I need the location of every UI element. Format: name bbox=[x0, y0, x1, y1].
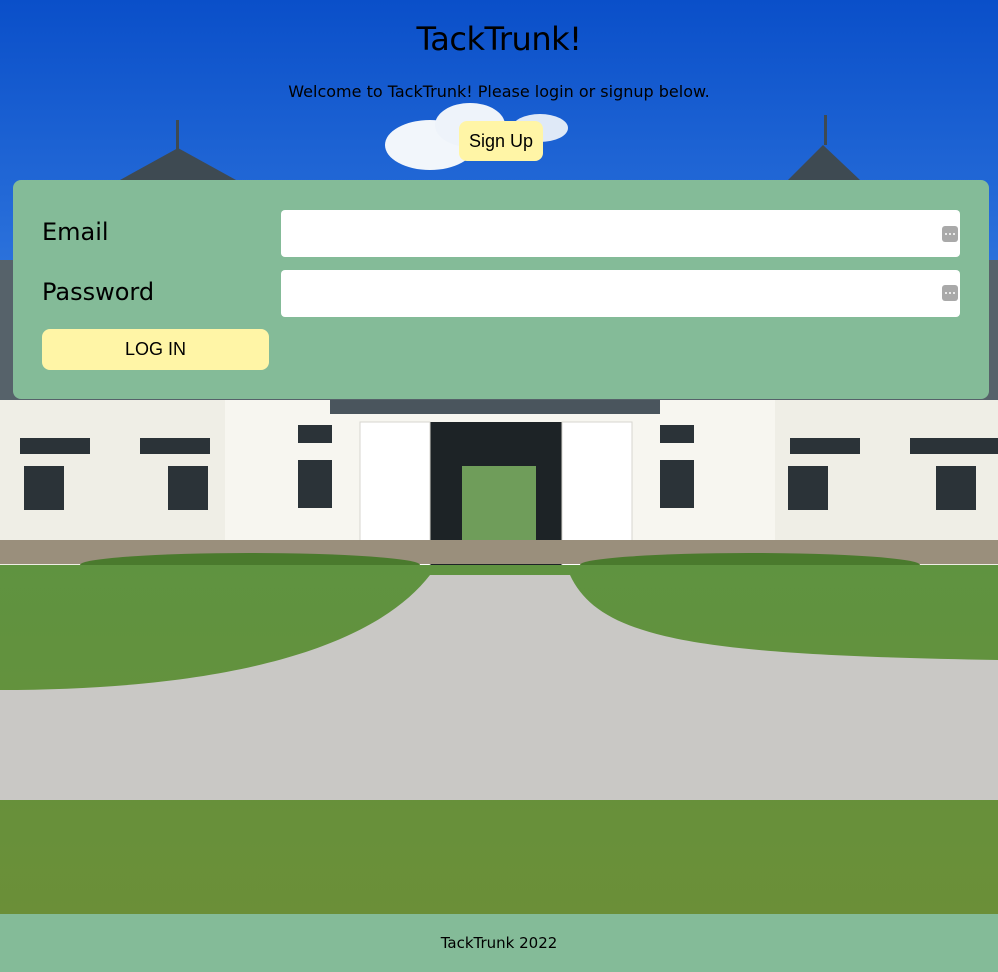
password-label: Password bbox=[42, 278, 155, 306]
email-label: Email bbox=[42, 218, 109, 246]
password-field[interactable] bbox=[281, 270, 960, 317]
password-manager-icon[interactable] bbox=[942, 285, 958, 301]
password-manager-icon[interactable] bbox=[942, 226, 958, 242]
sign-up-button[interactable]: Sign Up bbox=[459, 121, 543, 161]
welcome-message: Welcome to TackTrunk! Please login or si… bbox=[288, 82, 710, 101]
login-button[interactable]: LOG IN bbox=[42, 329, 269, 370]
email-field[interactable] bbox=[281, 210, 960, 257]
page-title: TackTrunk! bbox=[416, 20, 582, 58]
footer-text: TackTrunk 2022 bbox=[440, 934, 558, 952]
footer: TackTrunk 2022 bbox=[0, 914, 998, 972]
login-form: Email Password LOG IN bbox=[13, 180, 989, 399]
